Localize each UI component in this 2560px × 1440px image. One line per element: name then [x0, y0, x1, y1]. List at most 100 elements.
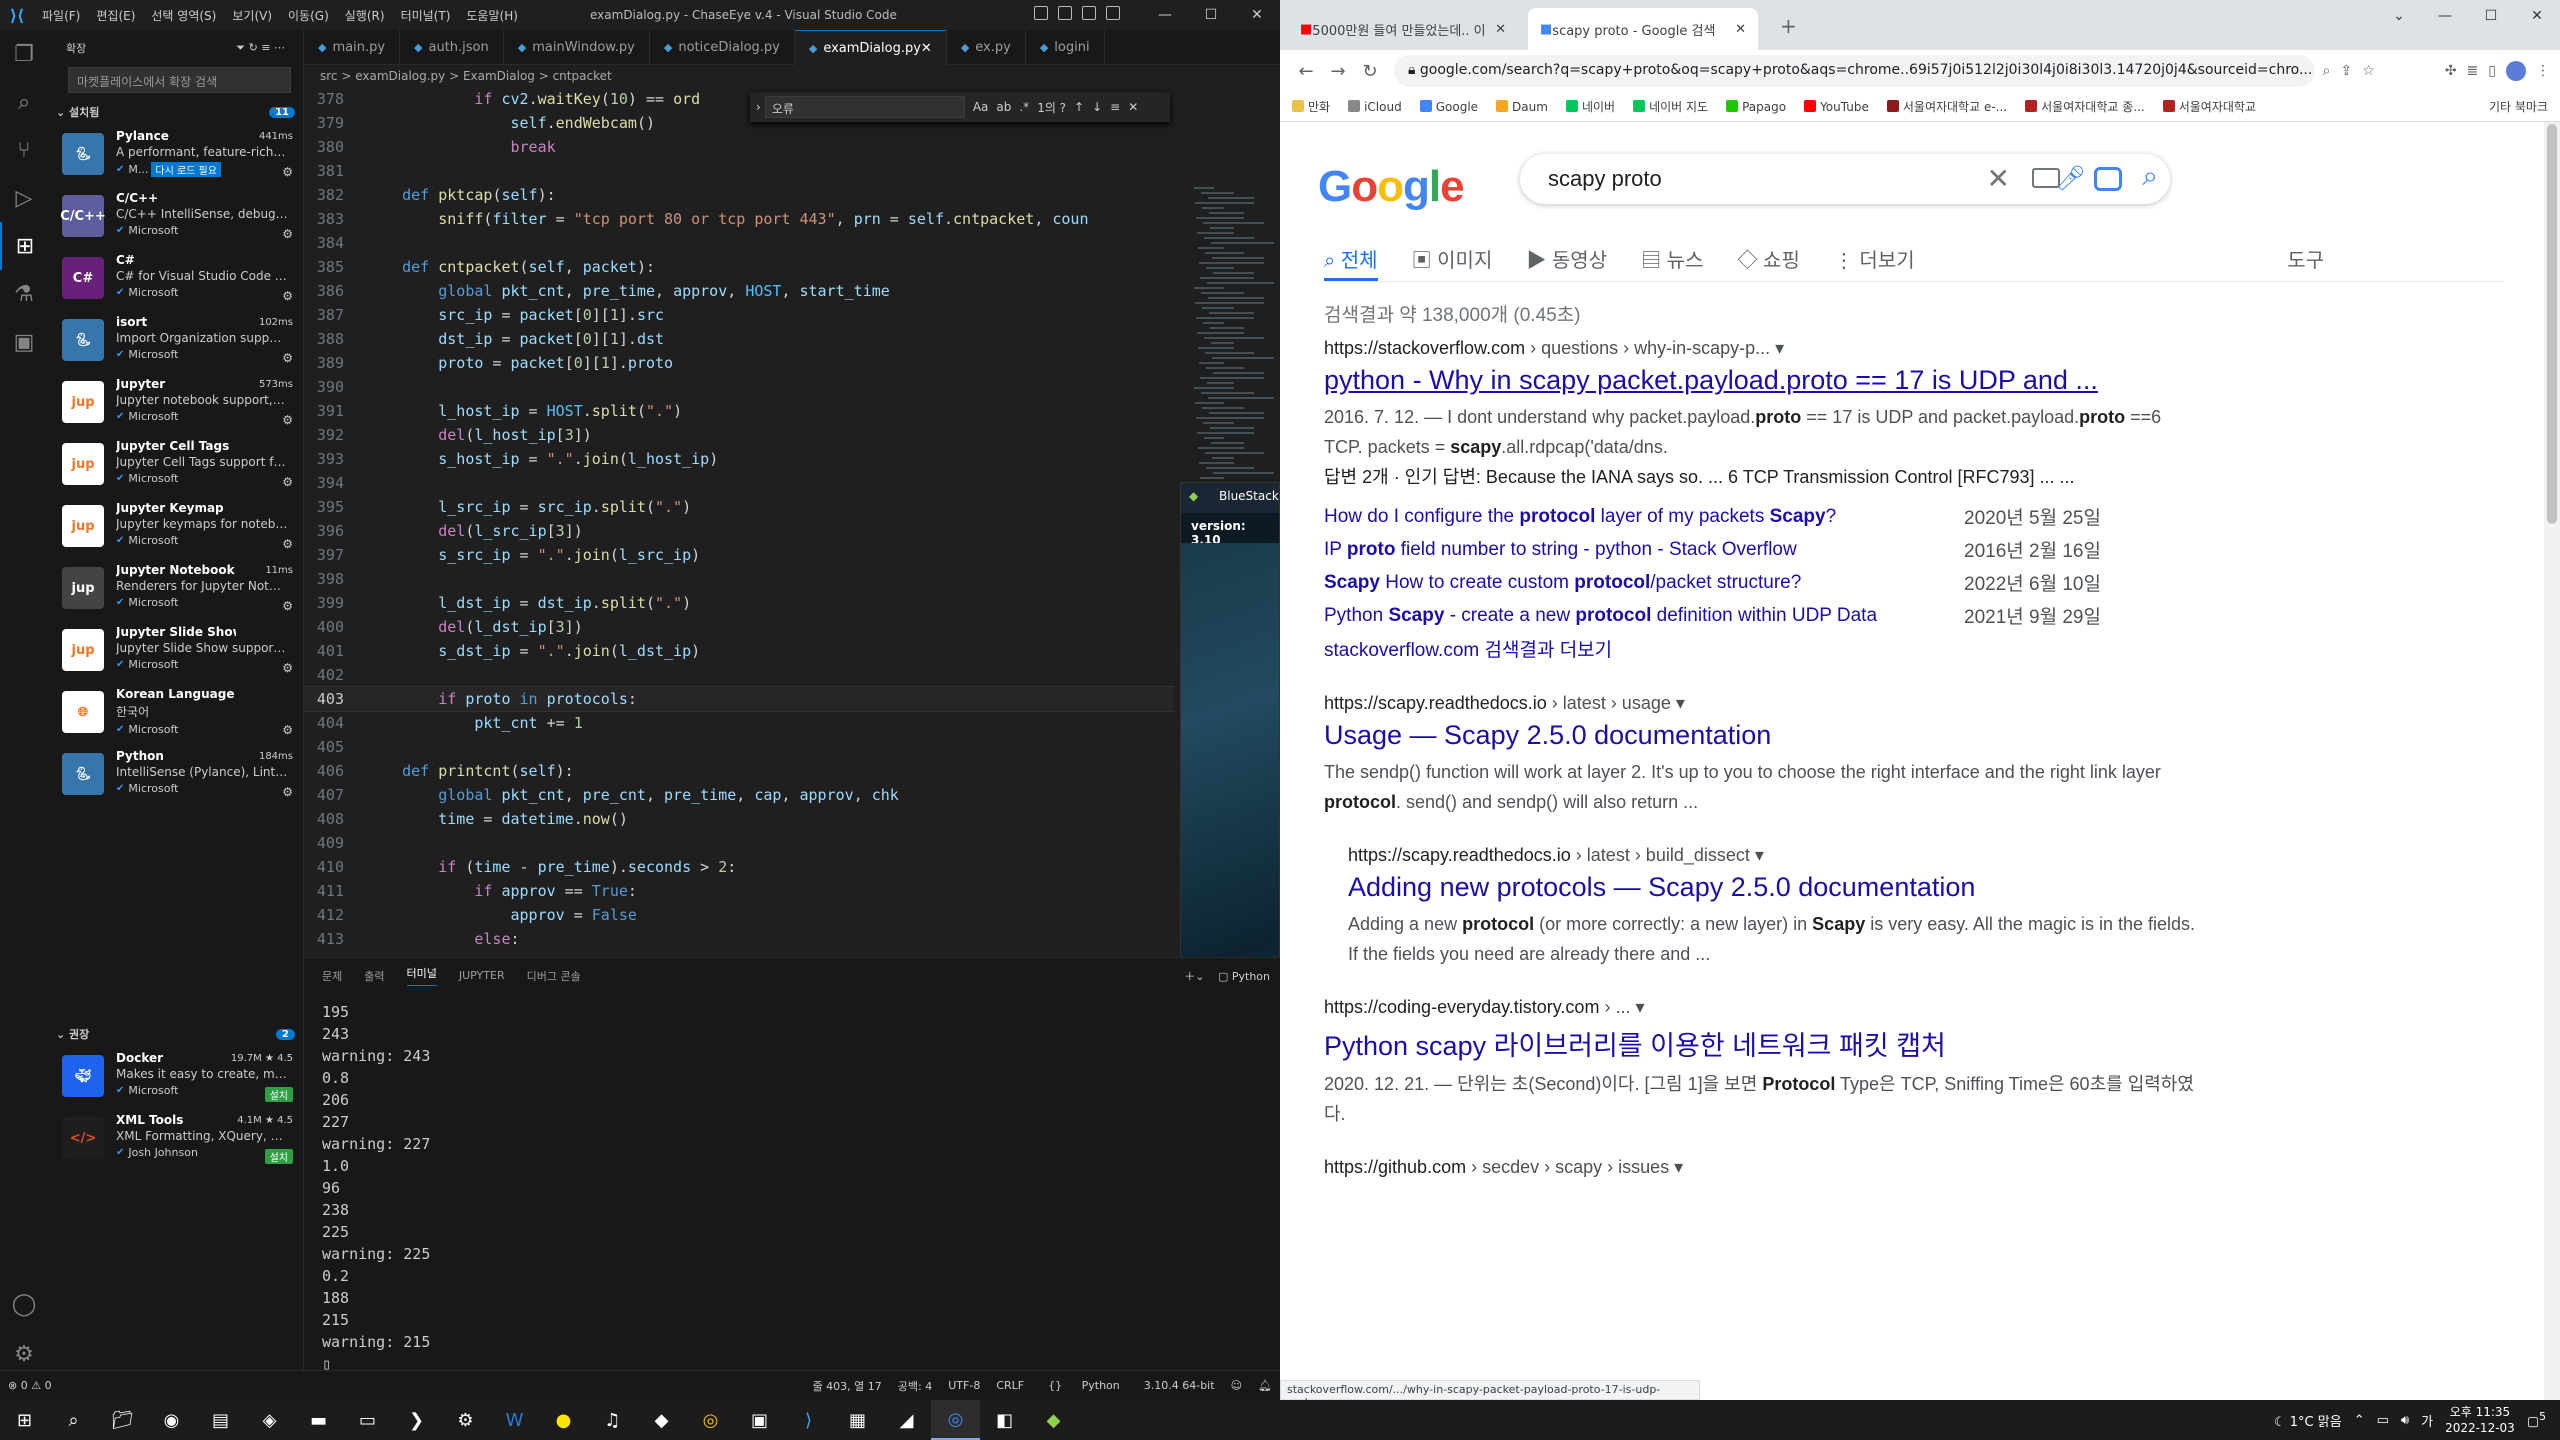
- side-panel-icon[interactable]: ▯: [2488, 63, 2496, 79]
- extension-item[interactable]: jup Jupyter Slide Show Jupyter Slide Show …: [48, 619, 303, 681]
- manage-gear-icon[interactable]: ⚙: [282, 227, 293, 241]
- next-match-icon[interactable]: ↓: [1092, 100, 1102, 114]
- extension-item[interactable]: C# C# C# for Visual Studio Code (p... ✔ Micr…: [48, 247, 303, 309]
- terminal-output[interactable]: 195 243 warning: 243 0.8 206 227 warning: 227 1…: [304, 993, 1280, 1383]
- manage-gear-icon[interactable]: ⚙: [282, 413, 293, 427]
- start-windows-icon[interactable]: ⊞: [0, 1400, 49, 1440]
- reload-required-button[interactable]: 다시 로드 필요: [151, 162, 221, 177]
- toggle-panel-icon[interactable]: [1058, 6, 1072, 20]
- bookmark-item[interactable]: iCloud: [1348, 99, 1402, 114]
- word-icon[interactable]: W: [490, 1400, 539, 1440]
- search-icon[interactable]: ⌕: [0, 78, 48, 126]
- bookmark-item[interactable]: 네이버: [1565, 98, 1615, 115]
- whole-word-icon[interactable]: ab: [996, 100, 1011, 114]
- result-menu-icon[interactable]: ▾: [1770, 338, 1784, 358]
- manage-gear-icon[interactable]: ⚙: [282, 165, 293, 179]
- breadcrumb[interactable]: src > examDialog.py > ExamDialog > cntpa…: [304, 65, 1280, 87]
- app-icon[interactable]: ◢: [882, 1400, 931, 1440]
- match-case-icon[interactable]: Aa: [973, 100, 989, 114]
- extension-item[interactable]: jup Jupyter Notebook ... 11ms Renderers for…: [48, 557, 303, 619]
- menu-item[interactable]: 편집(E): [88, 9, 143, 23]
- new-terminal-icon[interactable]: ＋⌄: [1184, 970, 1204, 983]
- editor-tab[interactable]: ◆ auth.json: [400, 30, 504, 65]
- forward-icon[interactable]: →: [1322, 61, 1354, 82]
- toggle-replace-icon[interactable]: ›: [756, 100, 761, 114]
- bookmark-star-icon[interactable]: ☆: [2362, 63, 2375, 79]
- result-title-link[interactable]: Usage — Scapy 2.5.0 documentation: [1324, 720, 2204, 751]
- result-title-link[interactable]: python - Why in scapy packet.payload.pro…: [1324, 365, 2204, 396]
- page-scrollbar[interactable]: [2544, 122, 2560, 1400]
- powershell-icon[interactable]: ❯: [392, 1400, 441, 1440]
- result-url[interactable]: https://scapy.readthedocs.io › latest › …: [1324, 693, 2204, 714]
- app-icon[interactable]: ◧: [980, 1400, 1029, 1440]
- lens-camera-icon[interactable]: [2094, 167, 2122, 191]
- manage-gear-icon[interactable]: ⚙: [282, 723, 293, 737]
- encoding-status[interactable]: UTF-8: [940, 1379, 988, 1392]
- search-tab[interactable]: ⋮ 더보기: [1834, 234, 1915, 281]
- result-url[interactable]: https://github.com › secdev › scapy › is…: [1324, 1157, 2204, 1178]
- extension-item[interactable]: jup Jupyter 573ms Jupyter notebook support,…: [48, 371, 303, 433]
- panel-tab[interactable]: JUPYTER: [459, 969, 505, 982]
- bookmark-item[interactable]: 네이버 지도: [1633, 98, 1708, 115]
- browser-tab[interactable]: ■ 5000만원 들여 만들었는데.. 이 ✕: [1288, 8, 1518, 50]
- other-bookmarks[interactable]: 기타 북마크: [2489, 98, 2548, 115]
- reading-list-icon[interactable]: ≣: [2467, 63, 2479, 79]
- testing-icon[interactable]: ⚗: [0, 270, 48, 318]
- result-url[interactable]: https://scapy.readthedocs.io › latest › …: [1348, 845, 2204, 866]
- install-button[interactable]: 설치: [264, 1087, 293, 1102]
- minimize-button[interactable]: —: [1142, 0, 1188, 30]
- language-mode[interactable]: {} Python: [1032, 1379, 1136, 1392]
- clock[interactable]: 오후 11:35 2022-12-03: [2445, 1404, 2515, 1436]
- more-results-link[interactable]: stackoverflow.com 검색결과 더보기: [1324, 632, 2204, 665]
- installed-section-header[interactable]: ⌄ 설치됨 11: [48, 101, 303, 123]
- explorer-icon[interactable]: ❐: [0, 30, 48, 78]
- browser-tab[interactable]: ■ scapy proto - Google 검색 ✕: [1528, 8, 1758, 50]
- search-icon[interactable]: ⌕: [2142, 160, 2158, 193]
- bookmark-item[interactable]: 서울여자대학교 e-...: [1886, 98, 2007, 115]
- itunes-icon[interactable]: ♫: [588, 1400, 637, 1440]
- bookmark-item[interactable]: Daum: [1496, 99, 1548, 114]
- related-question-link[interactable]: How do I configure the protocol layer of…: [1324, 506, 1964, 528]
- extension-item[interactable]: </> XML Tools 4.1M ★ 4.5 XML Formatting, XQ…: [48, 1107, 303, 1169]
- cursor-position[interactable]: 줄 403, 열 17: [805, 1378, 890, 1394]
- scrollbar-thumb[interactable]: [2547, 124, 2557, 524]
- search-tab[interactable]: ◇ 쇼핑: [1737, 234, 1799, 281]
- result-title-link[interactable]: Adding new protocols — Scapy 2.5.0 docum…: [1348, 872, 2204, 903]
- menu-item[interactable]: 이동(G): [280, 9, 337, 23]
- toggle-secondary-sidebar-icon[interactable]: [1082, 6, 1096, 20]
- extension-item[interactable]: jup Jupyter Cell Tags Jupyter Cell Tags su…: [48, 433, 303, 495]
- customize-layout-icon[interactable]: [1106, 6, 1120, 20]
- menu-item[interactable]: 실행(R): [337, 9, 393, 23]
- python-interpreter[interactable]: 3.10.4 64-bit: [1136, 1379, 1223, 1392]
- result-menu-icon[interactable]: ▾: [1671, 693, 1685, 713]
- menu-item[interactable]: 선택 영역(S): [143, 9, 224, 23]
- extension-item[interactable]: 🐍︎ Python 184ms IntelliSense (Pylance), Lin…: [48, 743, 303, 805]
- bookmark-item[interactable]: Papago: [1726, 99, 1786, 114]
- terminal-icon[interactable]: ▬: [294, 1400, 343, 1440]
- terminal-shell-icon[interactable]: ▢: [1218, 970, 1228, 983]
- bookmark-item[interactable]: YouTube: [1804, 99, 1869, 114]
- manage-gear-icon[interactable]: ⚙: [282, 599, 293, 613]
- chrome-icon[interactable]: ◎: [686, 1400, 735, 1440]
- back-icon[interactable]: ←: [1290, 61, 1322, 82]
- menu-item[interactable]: 터미널(T): [393, 9, 459, 23]
- filter-icon[interactable]: ⏷: [236, 41, 245, 54]
- terminal-shell-label[interactable]: Python: [1232, 970, 1270, 983]
- app-icon[interactable]: ▭: [343, 1400, 392, 1440]
- previous-match-icon[interactable]: ↑: [1074, 100, 1084, 114]
- panel-tab[interactable]: 디버그 콘솔: [527, 968, 581, 984]
- code-editor[interactable]: 378 if cv2.waitKey(10) == ord 379 self.en…: [304, 87, 1174, 957]
- app-icon[interactable]: ▤: [196, 1400, 245, 1440]
- share-icon[interactable]: ⇪: [2341, 63, 2353, 79]
- tray-overflow-icon[interactable]: ⌃: [2354, 1413, 2365, 1428]
- editor-tab[interactable]: ◆ ex.py: [947, 30, 1026, 65]
- close-find-icon[interactable]: ✕: [1128, 100, 1138, 114]
- indentation-status[interactable]: 공백: 4: [890, 1378, 940, 1394]
- app-icon[interactable]: ◈: [245, 1400, 294, 1440]
- result-url[interactable]: https://stackoverflow.com › questions › …: [1324, 338, 2204, 359]
- eol-status[interactable]: CRLF: [988, 1379, 1032, 1392]
- result-menu-icon[interactable]: ▾: [1630, 997, 1644, 1017]
- bookmark-item[interactable]: Google: [1419, 99, 1478, 114]
- run-debug-icon[interactable]: ▷: [0, 174, 48, 222]
- install-button[interactable]: 설치: [264, 1149, 293, 1164]
